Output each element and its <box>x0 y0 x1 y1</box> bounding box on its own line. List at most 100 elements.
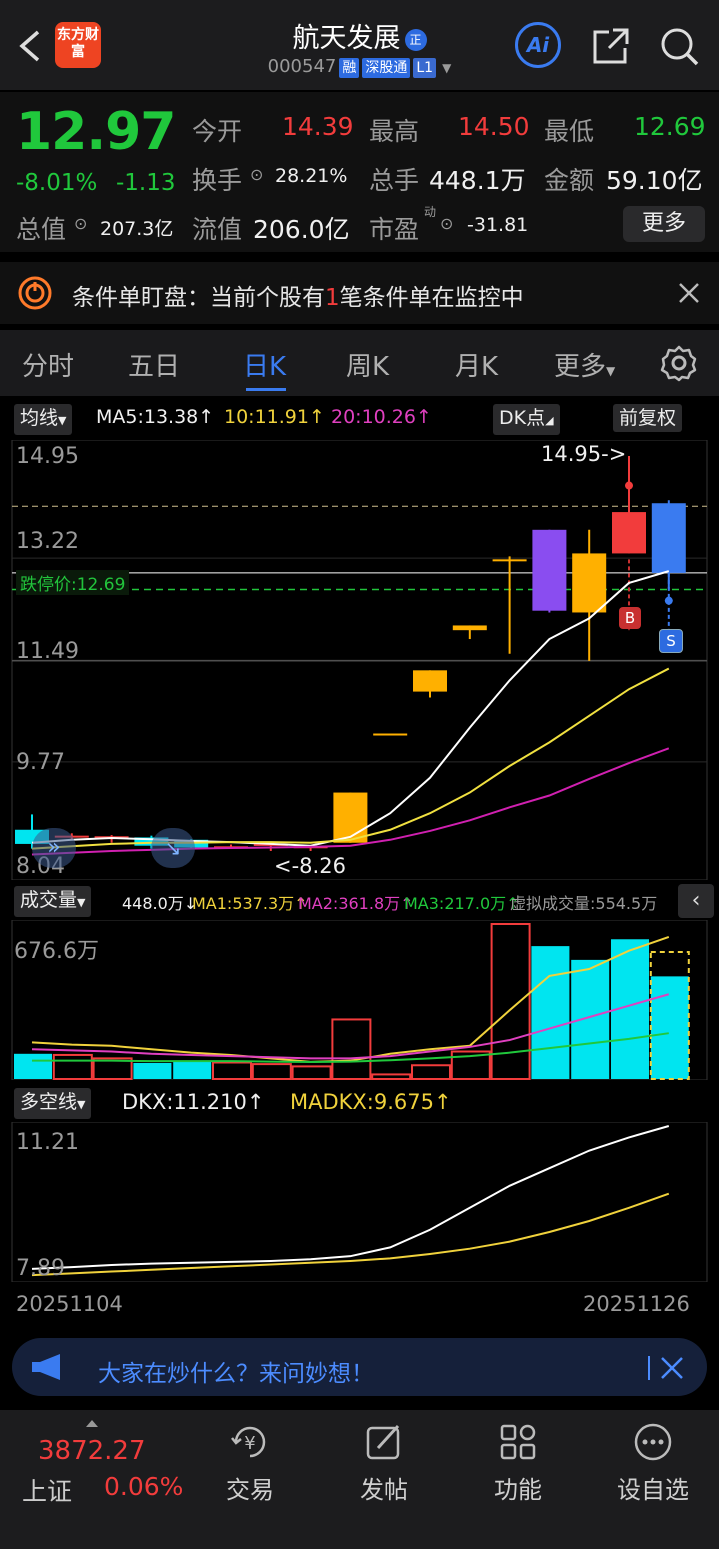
dkx-selector[interactable]: 多空线▼ <box>14 1088 92 1119</box>
tag-margin: 融 <box>339 58 360 78</box>
shrink-icon[interactable]: ↘ <box>151 828 195 868</box>
sell-marker[interactable]: S <box>659 629 683 653</box>
banner-text-a: 条件单盯盘：当前个股有 <box>72 285 325 311</box>
volume-bar <box>251 1063 292 1080</box>
pe-value: -31.81 <box>467 214 529 236</box>
megaphone-icon <box>32 1354 60 1380</box>
ma5-readout: MA5:13.38↑ <box>96 406 214 428</box>
buy-marker[interactable]: B <box>619 607 641 629</box>
mktcap-value: 207.3亿 <box>100 218 174 240</box>
dkx-readout: DKX:11.210↑ <box>122 1090 265 1114</box>
candle-body <box>612 512 646 554</box>
volume-bar <box>571 959 610 1079</box>
edit-icon <box>366 1424 400 1460</box>
candle-body <box>572 553 607 613</box>
candle-body <box>492 559 527 562</box>
tab-more[interactable]: 更多▼ <box>554 346 615 383</box>
svg-text:¥: ¥ <box>244 1433 255 1454</box>
volume-axis-label: 676.6万 <box>14 939 99 964</box>
low-label: 最低 <box>544 117 595 146</box>
stock-name: 航天发展 <box>292 23 401 54</box>
volume-selector[interactable]: 成交量▼ <box>14 886 92 917</box>
dk-point-button[interactable]: DK点◢ <box>493 404 560 435</box>
tab-daily-k[interactable]: 日K <box>243 346 286 383</box>
tag-level: L1 <box>413 58 437 78</box>
volume-now: 448.0万 <box>122 894 184 913</box>
max-price-marker: 14.95-> <box>541 442 627 466</box>
index-value[interactable]: 3872.27 <box>38 1436 146 1466</box>
turnover-label: 换手 <box>192 166 243 195</box>
volume-bar <box>133 1062 172 1079</box>
grid-icon <box>500 1424 536 1460</box>
up-arrow-icon: ↑ <box>308 406 325 428</box>
collapse-left-icon[interactable]: ‹ <box>678 884 714 918</box>
dkx-axis-label: 7.89 <box>16 1256 65 1281</box>
tag-connect: 深股通 <box>362 58 411 78</box>
nav-post-label: 发帖 <box>360 1476 408 1504</box>
volume-bar <box>173 1061 212 1079</box>
tab-intraday[interactable]: 分时 <box>22 346 74 383</box>
ma-selector[interactable]: 均线▼ <box>14 404 73 435</box>
candle-body <box>532 529 567 611</box>
ai-assistant-button[interactable]: Ai <box>515 22 561 68</box>
volume-chart <box>11 920 708 1080</box>
expand-up-icon[interactable] <box>86 1420 98 1427</box>
virtual-volume: 虚拟成交量:554.5万 <box>510 894 658 913</box>
volume-bar <box>531 946 570 1079</box>
vol-ma3-readout: MA3:217.0万↑ <box>404 890 520 914</box>
stock-code: 000547 <box>267 56 337 77</box>
nav-post[interactable]: 发帖 <box>334 1420 434 1505</box>
tab-five-day[interactable]: 五日 <box>128 346 180 383</box>
volume-bar <box>52 1053 93 1080</box>
nav-trade[interactable]: ¥ 交易 <box>200 1420 300 1505</box>
search-icon[interactable] <box>657 24 701 68</box>
volume-bar <box>14 1053 52 1079</box>
close-icon[interactable] <box>660 1356 684 1380</box>
dkx-axis-label: 11.21 <box>16 1130 79 1155</box>
gear-icon[interactable] <box>660 344 698 382</box>
low-value: 12.69 <box>634 112 706 141</box>
dkx-line <box>31 1125 670 1270</box>
info-dots-icon[interactable]: ⊙ <box>74 214 87 233</box>
info-dots-icon[interactable]: ⊙ <box>250 165 263 184</box>
date-start-label: 20251104 <box>16 1292 123 1316</box>
vol-ma2: MA2:361.8万 <box>298 894 401 913</box>
change-percent: -8.01% <box>16 170 98 196</box>
double-chevron-icon[interactable]: » <box>32 828 76 868</box>
more-fields-button[interactable]: 更多 <box>623 206 705 242</box>
dropdown-triangle-icon: ▼ <box>77 896 86 909</box>
dropdown-triangle-icon: ▼ <box>77 1098 86 1111</box>
price-axis-label: 14.95 <box>16 444 79 469</box>
volume-bar <box>411 1064 451 1080</box>
volume-bar <box>371 1073 412 1080</box>
tab-weekly-k[interactable]: 周K <box>346 346 389 383</box>
price-axis-label: 13.22 <box>16 529 79 554</box>
info-dots-icon[interactable]: ⊙ <box>440 214 453 233</box>
share-icon[interactable] <box>589 24 633 68</box>
adjust-mode-button[interactable]: 前复权 <box>613 404 683 432</box>
vol-ma1-readout: MA1:537.3万↑ <box>192 890 308 914</box>
date-end-label: 20251126 <box>583 1292 690 1316</box>
ma20-readout: 20:10.26↑ <box>331 406 432 428</box>
vol-ma2-readout: MA2:361.8万↑ <box>298 890 414 914</box>
pe-dynamic-mark: 动 <box>424 205 437 219</box>
candle-body <box>651 503 686 573</box>
volume-selector-label: 成交量 <box>20 889 78 911</box>
nav-functions[interactable]: 功能 <box>468 1420 568 1505</box>
vol-ma3: MA3:217.0万 <box>404 894 507 913</box>
float-label: 流值 <box>192 215 243 244</box>
active-tab-indicator <box>246 388 286 391</box>
candlestick-chart[interactable] <box>0 440 719 880</box>
dkx-chart <box>11 1122 708 1282</box>
index-name: 上证 <box>22 1477 73 1506</box>
up-arrow-icon: ↑ <box>415 406 432 428</box>
close-icon[interactable] <box>678 282 700 304</box>
high-value: 14.50 <box>458 112 530 141</box>
up-arrow-icon: ↑ <box>434 1090 452 1114</box>
tab-monthly-k[interactable]: 月K <box>455 346 498 383</box>
ma5-value: MA5:13.38 <box>96 406 199 428</box>
banner-count: 1 <box>325 285 340 311</box>
index-change: 0.06% <box>104 1472 184 1501</box>
ma-selector-label: 均线 <box>20 407 59 429</box>
nav-add-watchlist[interactable]: 设自选 <box>603 1420 703 1505</box>
